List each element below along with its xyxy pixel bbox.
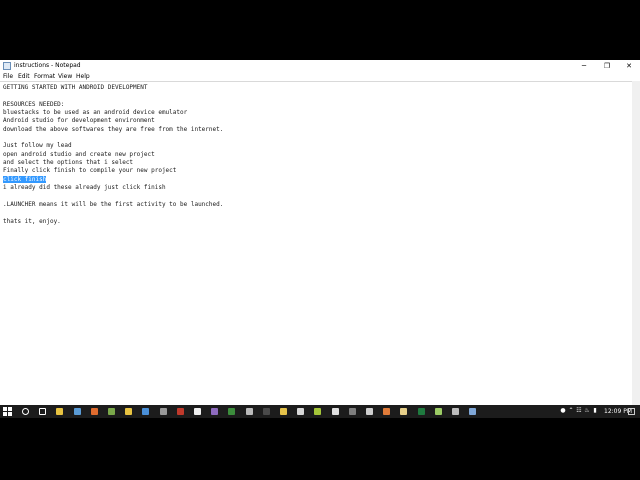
maximize-button[interactable]: ❐ (596, 60, 618, 72)
image-icon[interactable] (434, 408, 442, 415)
terminal-icon[interactable] (228, 408, 236, 415)
text-line[interactable] (3, 92, 223, 100)
notepad-icon (3, 62, 11, 70)
menu-file[interactable]: File (3, 72, 13, 81)
minecraft-icon[interactable] (108, 408, 115, 415)
notepad-icon[interactable] (469, 408, 477, 415)
cmd-icon[interactable] (262, 408, 270, 415)
text-line[interactable]: download the above softwares they are fr… (3, 126, 223, 134)
firefox-icon[interactable] (90, 408, 98, 415)
settings-icon[interactable] (245, 408, 253, 415)
visual-studio-icon[interactable] (211, 408, 219, 415)
people-icon[interactable]: ● (560, 408, 566, 414)
console-icon[interactable] (366, 408, 373, 415)
vertical-scrollbar[interactable] (632, 81, 640, 405)
files-icon[interactable] (297, 408, 305, 415)
camera-icon[interactable] (452, 408, 459, 415)
photos-icon[interactable] (142, 408, 150, 415)
text-line[interactable]: thats it, enjoy. (3, 218, 223, 226)
selection-highlight[interactable]: click finish (3, 175, 47, 183)
window-title: instructions - Notepad (14, 62, 81, 69)
menu-format[interactable]: Format (34, 72, 55, 81)
file-explorer-icon[interactable] (56, 408, 64, 415)
java-icon[interactable] (383, 408, 391, 415)
notepad-window: instructions - Notepad ─ ❐ ✕ File Edit F… (0, 60, 640, 405)
title-bar[interactable]: instructions - Notepad ─ ❐ ✕ (0, 60, 640, 72)
text-line[interactable]: .LAUNCHER means it will be the first act… (3, 201, 223, 209)
text-line[interactable] (3, 134, 223, 142)
network-icon[interactable]: ☷ (576, 408, 582, 414)
app2-icon[interactable] (348, 408, 356, 415)
text-line[interactable]: GETTING STARTED WITH ANDROID DEVELOPMENT (3, 84, 223, 92)
text-line[interactable]: and select the options that i select (3, 159, 223, 167)
app-icon[interactable] (194, 408, 201, 415)
taskbar: ● ⌃ ☷ ♨ ▮ 12:09 PM (0, 405, 640, 418)
notes-icon[interactable] (280, 408, 287, 415)
android-studio-icon[interactable] (400, 408, 408, 415)
chevron-up-icon[interactable]: ⌃ (568, 408, 574, 414)
text-line[interactable]: Finally click finish to compile your new… (3, 167, 223, 175)
text-line[interactable]: Android studio for development environme… (3, 117, 223, 125)
battery-icon[interactable]: ▮ (592, 408, 598, 414)
text-line[interactable]: bluestacks to be used as an android devi… (3, 109, 223, 117)
notifications-icon[interactable] (628, 408, 635, 415)
menu-help[interactable]: Help (76, 72, 90, 81)
document-text[interactable]: GETTING STARTED WITH ANDROID DEVELOPMENT… (3, 84, 223, 226)
volume-icon[interactable]: ♨ (584, 408, 590, 414)
folder-icon[interactable] (125, 408, 133, 415)
text-line[interactable]: i already did these already just click f… (3, 184, 223, 192)
minimize-button[interactable]: ─ (573, 60, 595, 72)
android-icon[interactable] (314, 408, 322, 415)
media-icon[interactable] (176, 408, 184, 415)
text-editor[interactable]: GETTING STARTED WITH ANDROID DEVELOPMENT… (0, 81, 632, 397)
text-line[interactable] (3, 192, 223, 200)
selected-text-line[interactable]: click finish (3, 175, 223, 184)
calculator-icon[interactable] (159, 408, 167, 415)
menu-view[interactable]: View (58, 72, 72, 81)
store-icon[interactable] (73, 408, 81, 415)
excel-icon[interactable] (417, 408, 425, 415)
task-view-icon[interactable] (39, 408, 47, 415)
close-button[interactable]: ✕ (618, 60, 640, 72)
text-line[interactable]: open android studio and create new proje… (3, 151, 223, 159)
windows-start-icon[interactable] (3, 407, 13, 416)
search-icon[interactable] (22, 408, 29, 415)
menu-bar: File Edit Format View Help (0, 72, 640, 81)
text-line[interactable]: RESOURCES NEEDED: (3, 101, 223, 109)
scrollbar-track[interactable] (633, 83, 639, 383)
text-line[interactable]: Just follow my lead (3, 142, 223, 150)
menu-edit[interactable]: Edit (18, 72, 30, 81)
paint-icon[interactable] (331, 408, 339, 415)
text-line[interactable] (3, 209, 223, 217)
